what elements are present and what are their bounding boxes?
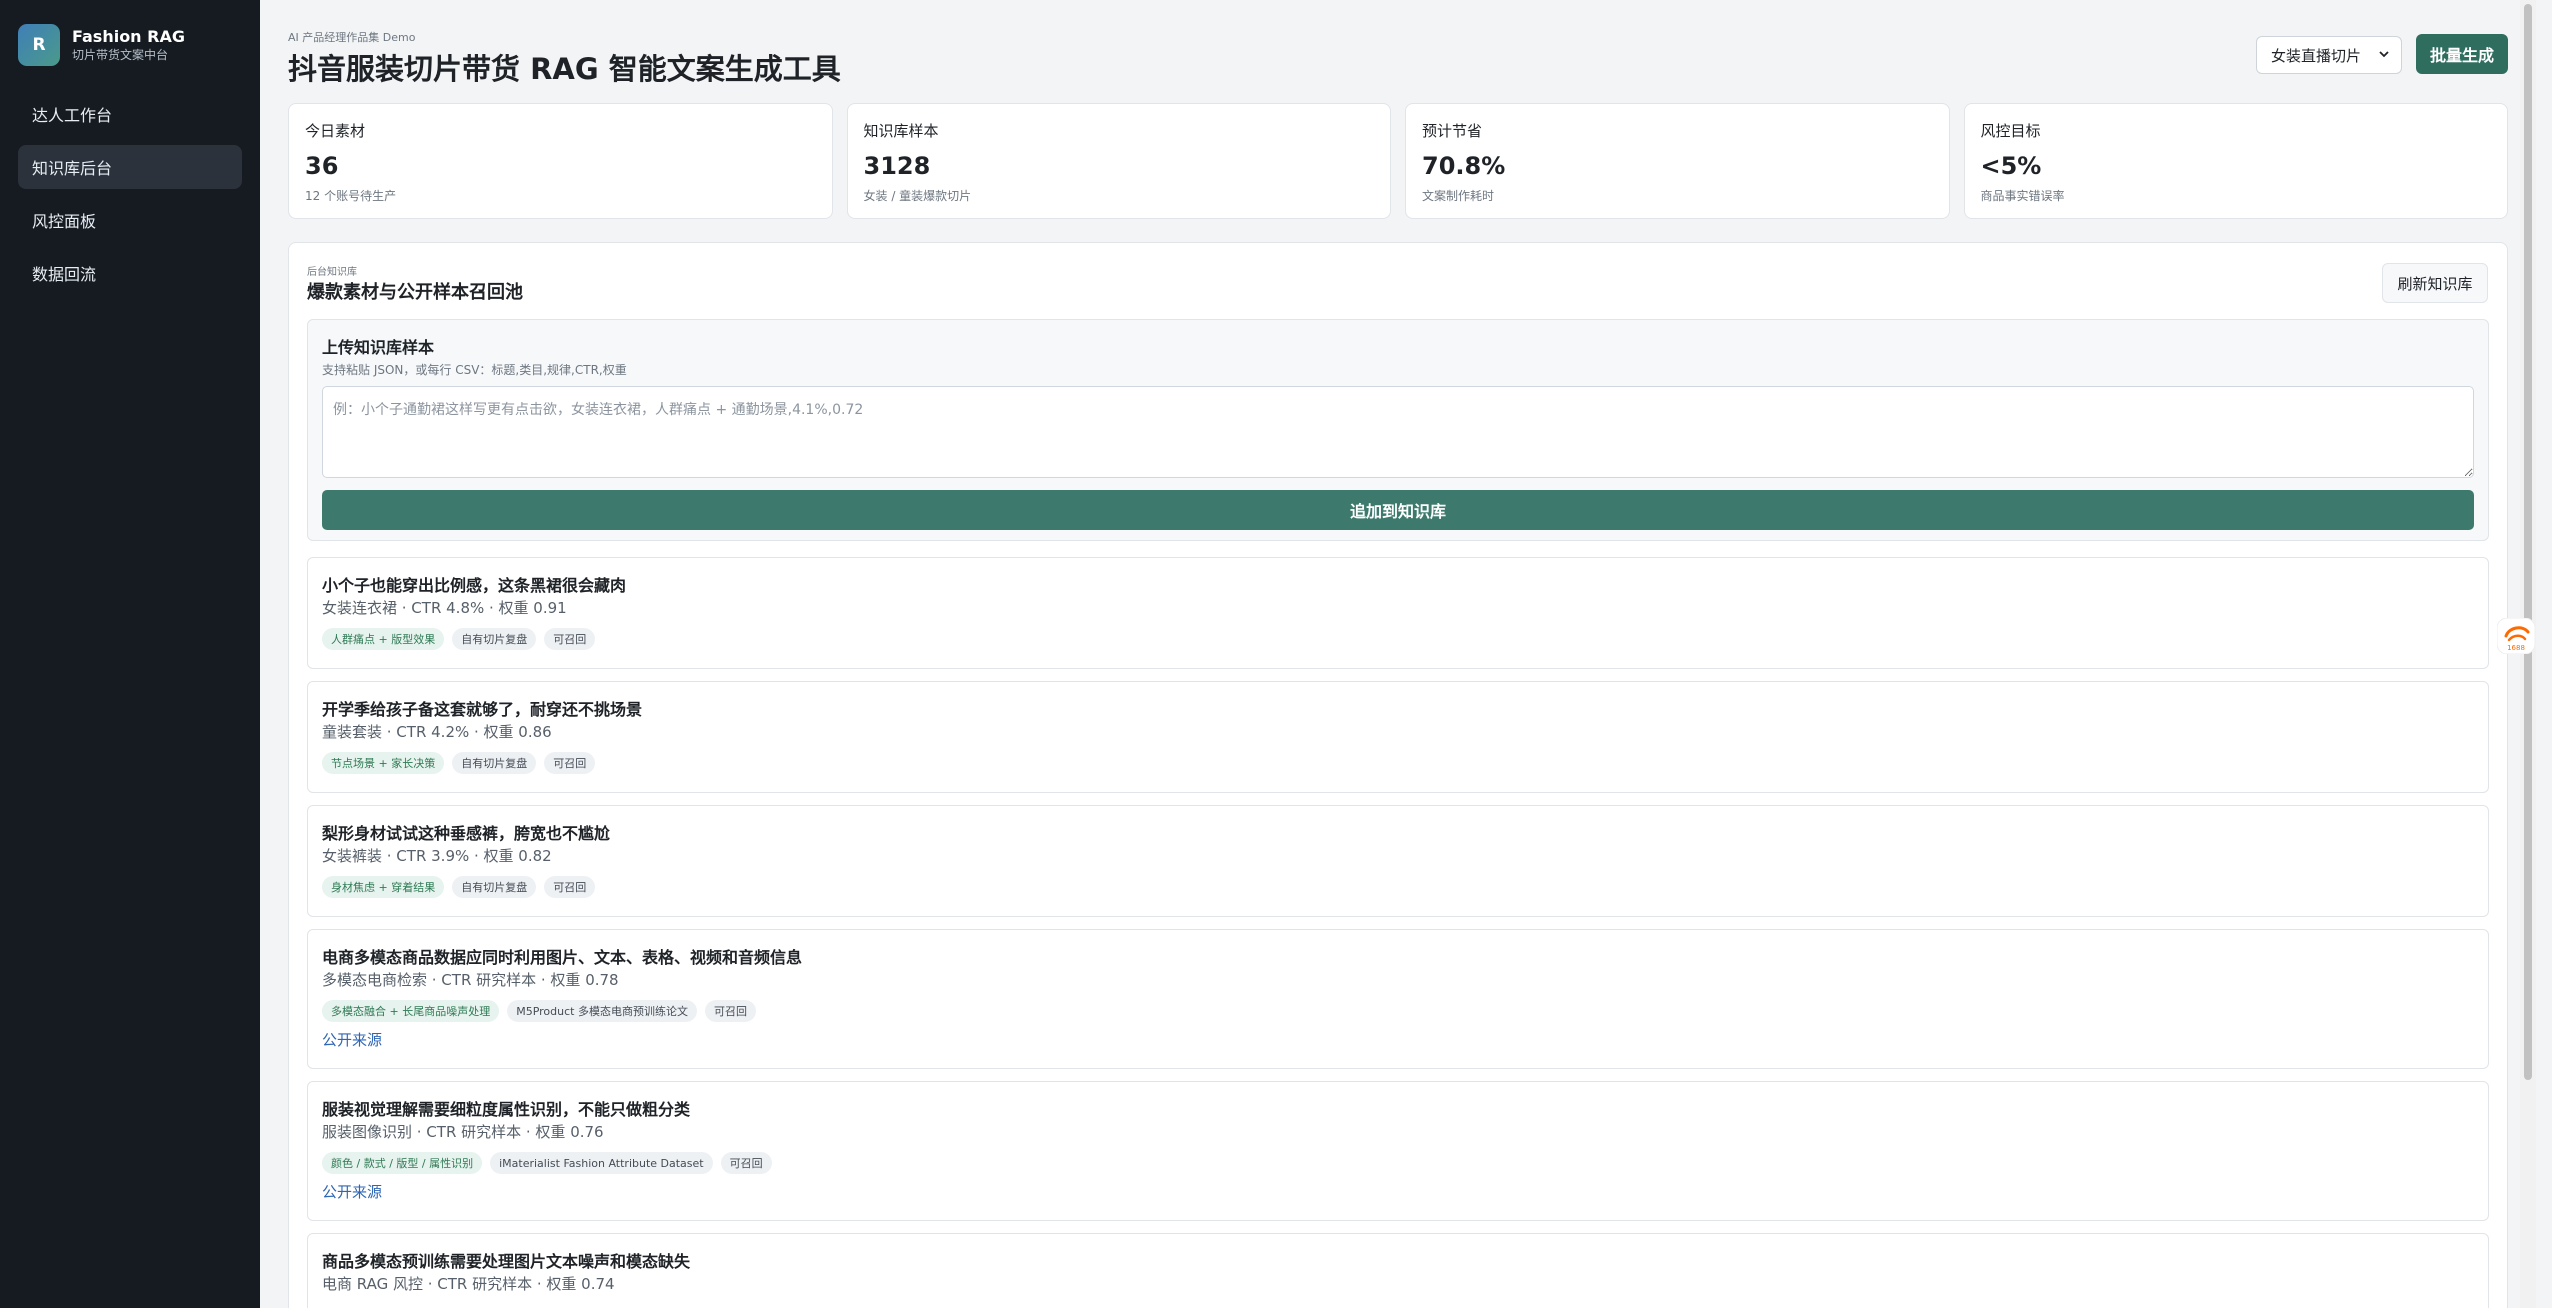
stat-note: 文案制作耗时 xyxy=(1422,189,1495,203)
brand-name: Fashion RAG xyxy=(72,27,185,46)
batch-generate-button[interactable]: 批量生成 xyxy=(2416,34,2508,74)
stat-card-risk-target: 风控目标 <5% 商品事实错误率 xyxy=(1963,103,2508,219)
item-meta: 服装图像识别 · CTR 研究样本 · 权重 0.76 xyxy=(322,1123,604,1141)
item-title: 电商多模态商品数据应同时利用图片、文本、表格、视频和音频信息 xyxy=(322,948,803,967)
stat-value: 70.8% xyxy=(1422,152,1506,180)
refresh-knowledge-button[interactable]: 刷新知识库 xyxy=(2382,263,2488,303)
knowledge-item[interactable]: 梨形身材试试这种垂感裤，胯宽也不尴尬 女装裤装 · CTR 3.9% · 权重 … xyxy=(307,805,2489,917)
item-meta: 多模态电商检索 · CTR 研究样本 · 权重 0.78 xyxy=(322,971,619,989)
chevron-down-icon xyxy=(2379,51,2389,58)
sidebar-item-label: 知识库后台 xyxy=(32,159,113,178)
brand-logo: R xyxy=(18,24,60,66)
page-title: 抖音服装切片带货 RAG 智能文案生成工具 xyxy=(288,52,841,86)
sidebar-item-label: 数据回流 xyxy=(32,265,97,284)
item-title: 服装视觉理解需要细粒度属性识别，不能只做粗分类 xyxy=(322,1100,691,1119)
stat-label: 预计节省 xyxy=(1422,122,1483,140)
knowledge-panel: 后台知识库 爆款素材与公开样本召回池 刷新知识库 上传知识库样本 支持粘贴 JS… xyxy=(288,242,2508,1308)
main-content: AI 产品经理作品集 Demo 抖音服装切片带货 RAG 智能文案生成工具 女装… xyxy=(260,0,2536,1308)
sidebar-item-label: 达人工作台 xyxy=(32,106,113,125)
stat-card-estimated-saving: 预计节省 70.8% 文案制作耗时 xyxy=(1405,103,1950,219)
tag-strategy: 颜色 / 款式 / 版型 / 属性识别 xyxy=(322,1152,483,1174)
sample-textarea[interactable] xyxy=(322,386,2474,478)
stat-card-knowledge-samples: 知识库样本 3128 女装 / 童装爆款切片 xyxy=(846,103,1391,219)
sidebar-item-label: 风控面板 xyxy=(32,212,97,231)
header-eyebrow: AI 产品经理作品集 Demo xyxy=(288,31,416,44)
brand-text: Fashion RAG 切片带货文案中台 xyxy=(72,27,185,63)
knowledge-item[interactable]: 商品多模态预训练需要处理图片文本噪声和模态缺失 电商 RAG 风控 · CTR … xyxy=(307,1233,2489,1308)
stat-label: 今日素材 xyxy=(305,122,366,140)
item-title: 商品多模态预训练需要处理图片文本噪声和模态缺失 xyxy=(322,1252,691,1271)
tag-source: M5Product 多模态电商预训练论文 xyxy=(507,1000,697,1022)
stat-note: 12 个账号待生产 xyxy=(305,189,397,203)
sidebar-item-data-feedback[interactable]: 数据回流 xyxy=(18,251,242,295)
item-title: 开学季给孩子备这套就够了，耐穿还不挑场景 xyxy=(322,700,643,719)
tag-source: iMaterialist Fashion Attribute Dataset xyxy=(490,1152,713,1174)
scrollbar-thumb[interactable] xyxy=(2524,4,2532,1080)
tag-source: 自有切片复盘 xyxy=(452,752,537,774)
scene-select[interactable]: 女装直播切片 xyxy=(2256,36,2402,74)
public-source-link[interactable]: 公开来源 xyxy=(322,1181,382,1202)
sidebar-item-knowledge-base[interactable]: 知识库后台 xyxy=(18,145,242,189)
knowledge-item[interactable]: 小个子也能穿出比例感，这条黑裙很会藏肉 女装连衣裙 · CTR 4.8% · 权… xyxy=(307,557,2489,669)
sidebar-item-creator-workbench[interactable]: 达人工作台 xyxy=(18,92,242,136)
append-to-knowledge-button[interactable]: 追加到知识库 xyxy=(322,490,2474,530)
stats-row: 今日素材 36 12 个账号待生产 知识库样本 3128 女装 / 童装爆款切片… xyxy=(288,103,2508,219)
tag-strategy: 多模态融合 + 长尾商品噪声处理 xyxy=(322,1000,500,1022)
scene-select-value: 女装直播切片 xyxy=(2271,46,2362,65)
tag-source: 自有切片复盘 xyxy=(452,628,537,650)
sidebar: R Fashion RAG 切片带货文案中台 达人工作台 知识库后台 风控面板 … xyxy=(0,0,260,1308)
brand-subtitle: 切片带货文案中台 xyxy=(72,48,169,62)
item-tags: 颜色 / 款式 / 版型 / 属性识别 iMaterialist Fashion… xyxy=(322,1152,772,1174)
tag-status: 可召回 xyxy=(704,1000,756,1022)
brand[interactable]: R Fashion RAG 切片带货文案中台 xyxy=(18,24,185,66)
item-title: 梨形身材试试这种垂感裤，胯宽也不尴尬 xyxy=(322,824,611,843)
tag-strategy: 节点场景 + 家长决策 xyxy=(322,752,445,774)
panel-title: 爆款素材与公开样本召回池 xyxy=(307,282,523,303)
public-source-link[interactable]: 公开来源 xyxy=(322,1029,382,1050)
tag-status: 可召回 xyxy=(544,752,596,774)
stat-card-today-materials: 今日素材 36 12 个账号待生产 xyxy=(288,103,833,219)
tag-status: 可召回 xyxy=(544,876,596,898)
sidebar-nav: 达人工作台 知识库后台 风控面板 数据回流 xyxy=(18,92,242,304)
knowledge-item[interactable]: 电商多模态商品数据应同时利用图片、文本、表格、视频和音频信息 多模态电商检索 ·… xyxy=(307,929,2489,1069)
tag-source: 自有切片复盘 xyxy=(452,876,537,898)
tag-strategy: 人群痛点 + 版型效果 xyxy=(322,628,445,650)
item-tags: 节点场景 + 家长决策 自有切片复盘 可召回 xyxy=(322,752,596,774)
item-meta: 女装裤装 · CTR 3.9% · 权重 0.82 xyxy=(322,847,552,865)
stat-label: 知识库样本 xyxy=(863,122,939,140)
upload-hint: 支持粘贴 JSON，或每行 CSV：标题,类目,规律,CTR,权重 xyxy=(322,363,627,377)
item-meta: 女装连衣裙 · CTR 4.8% · 权重 0.91 xyxy=(322,599,567,617)
stat-value: <5% xyxy=(1980,152,2042,180)
upload-section: 上传知识库样本 支持粘贴 JSON，或每行 CSV：标题,类目,规律,CTR,权… xyxy=(307,319,2489,541)
tag-status: 可召回 xyxy=(544,628,596,650)
panel-eyebrow: 后台知识库 xyxy=(307,267,357,278)
stat-value: 36 xyxy=(305,152,339,180)
item-meta: 电商 RAG 风控 · CTR 研究样本 · 权重 0.74 xyxy=(322,1275,615,1293)
item-meta: 童装套装 · CTR 4.2% · 权重 0.86 xyxy=(322,723,552,741)
sidebar-item-risk-panel[interactable]: 风控面板 xyxy=(18,198,242,242)
stat-note: 商品事实错误率 xyxy=(1980,189,2065,203)
knowledge-item[interactable]: 开学季给孩子备这套就够了，耐穿还不挑场景 童装套装 · CTR 4.2% · 权… xyxy=(307,681,2489,793)
tag-strategy: 身材焦虑 + 穿着结果 xyxy=(322,876,445,898)
item-tags: 身材焦虑 + 穿着结果 自有切片复盘 可召回 xyxy=(322,876,596,898)
stat-value: 3128 xyxy=(863,152,931,180)
upload-title: 上传知识库样本 xyxy=(322,338,435,357)
item-tags: 人群痛点 + 版型效果 自有切片复盘 可召回 xyxy=(322,628,596,650)
item-title: 小个子也能穿出比例感，这条黑裙很会藏肉 xyxy=(322,576,627,595)
stat-note: 女装 / 童装爆款切片 xyxy=(863,189,972,203)
page-scrollbar[interactable] xyxy=(2520,0,2536,1308)
tag-status: 可召回 xyxy=(720,1152,772,1174)
floating-badge-label: 1688 xyxy=(2507,644,2525,652)
stat-label: 风控目标 xyxy=(1980,122,2041,140)
knowledge-item[interactable]: 服装视觉理解需要细粒度属性识别，不能只做粗分类 服装图像识别 · CTR 研究样… xyxy=(307,1081,2489,1221)
item-tags: 多模态融合 + 长尾商品噪声处理 M5Product 多模态电商预训练论文 可召… xyxy=(322,1000,756,1022)
alibaba-1688-icon[interactable]: 1688 xyxy=(2497,618,2535,654)
